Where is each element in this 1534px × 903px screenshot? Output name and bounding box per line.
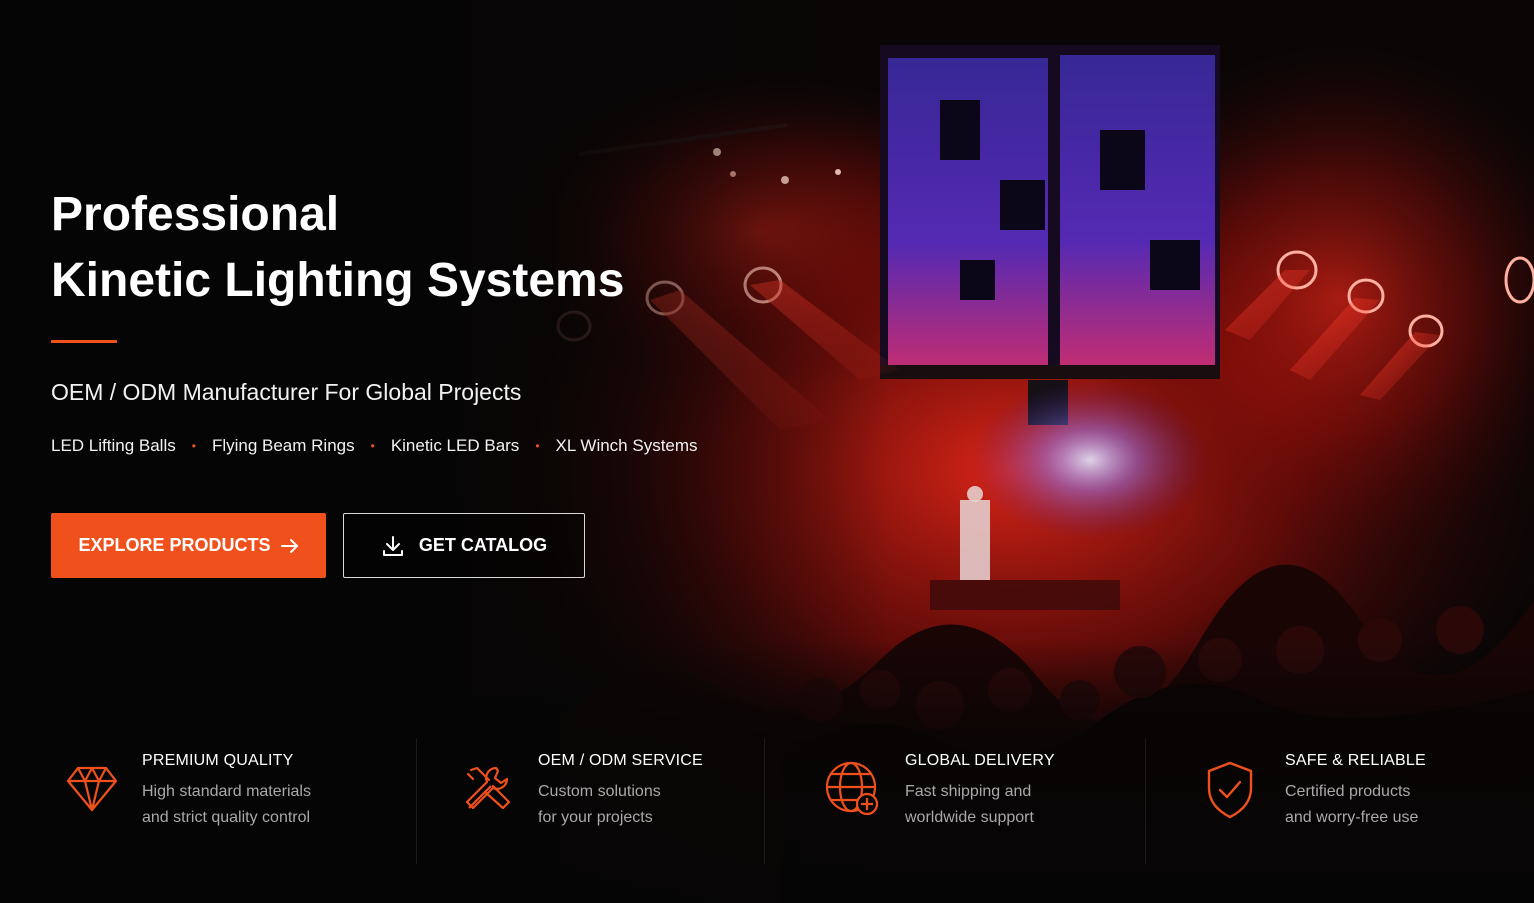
feature-text: GLOBAL DELIVERY Fast shipping and worldw…: [905, 752, 1055, 831]
feature-oem-odm-service: OEM / ODM SERVICE Custom solutions for y…: [463, 728, 763, 868]
hero-content: Professional Kinetic Lighting Systems OE…: [51, 182, 698, 456]
hero-title-line2: Kinetic Lighting Systems: [51, 254, 625, 307]
explore-products-button[interactable]: EXPLORE PRODUCTS: [51, 513, 326, 578]
feature-text: SAFE & RELIABLE Certified products and w…: [1285, 752, 1426, 831]
feature-desc-line: Custom solutions: [538, 783, 661, 800]
feature-premium-quality: PREMIUM QUALITY High standard materials …: [66, 728, 406, 868]
feature-separator: [764, 738, 765, 864]
feature-description: Custom solutions for your projects: [538, 779, 703, 831]
feature-title: OEM / ODM SERVICE: [538, 752, 703, 769]
arrow-right-icon: [280, 538, 298, 553]
globe-icon: [825, 761, 879, 816]
hero-title: Professional Kinetic Lighting Systems: [51, 182, 698, 314]
title-accent-divider: [51, 340, 117, 343]
diamond-icon: [66, 766, 118, 812]
feature-desc-line: for your projects: [538, 809, 653, 826]
product-tag: Kinetic LED Bars: [390, 436, 520, 455]
shield-check-icon: [1207, 761, 1253, 819]
explore-products-label: EXPLORE PRODUCTS: [78, 535, 271, 555]
feature-description: Certified products and worry-free use: [1285, 779, 1426, 831]
hero-title-line1: Professional: [51, 188, 340, 241]
feature-global-delivery: GLOBAL DELIVERY Fast shipping and worldw…: [825, 728, 1135, 868]
feature-safe-reliable: SAFE & RELIABLE Certified products and w…: [1205, 728, 1505, 868]
product-tag: Flying Beam Rings: [211, 436, 355, 455]
product-tag: XL Winch Systems: [555, 436, 698, 455]
feature-desc-line: High standard materials: [142, 783, 311, 800]
feature-desc-line: and strict quality control: [142, 809, 311, 826]
tag-separator-dot: •: [370, 439, 375, 453]
hero-section: Professional Kinetic Lighting Systems OE…: [0, 0, 1534, 903]
feature-desc-line: Fast shipping and: [905, 783, 1032, 800]
hero-buttons: EXPLORE PRODUCTS GET CATALOG: [51, 513, 585, 578]
tag-separator-dot: •: [191, 439, 196, 453]
feature-title: SAFE & RELIABLE: [1285, 752, 1426, 769]
product-tags: LED Lifting Balls • Flying Beam Rings • …: [51, 436, 698, 456]
feature-title: PREMIUM QUALITY: [142, 752, 294, 769]
feature-description: Fast shipping and worldwide support: [905, 779, 1055, 831]
feature-description: High standard materials and strict quali…: [142, 779, 311, 831]
hero-subtitle: OEM / ODM Manufacturer For Global Projec…: [51, 379, 522, 405]
feature-text: PREMIUM QUALITY High standard materials …: [142, 752, 311, 831]
product-tag: LED Lifting Balls: [51, 436, 176, 455]
get-catalog-button[interactable]: GET CATALOG: [343, 513, 585, 578]
feature-separator: [416, 738, 417, 864]
feature-bar: PREMIUM QUALITY High standard materials …: [0, 728, 1534, 868]
get-catalog-label: GET CATALOG: [418, 535, 548, 555]
feature-desc-line: and worry-free use: [1285, 809, 1419, 826]
download-icon: [382, 535, 403, 556]
feature-title: GLOBAL DELIVERY: [905, 752, 1055, 769]
tools-icon: [465, 766, 511, 810]
feature-text: OEM / ODM SERVICE Custom solutions for y…: [538, 752, 703, 831]
feature-desc-line: Certified products: [1285, 783, 1411, 800]
feature-separator: [1145, 738, 1146, 864]
feature-desc-line: worldwide support: [905, 809, 1034, 826]
tag-separator-dot: •: [535, 439, 540, 453]
